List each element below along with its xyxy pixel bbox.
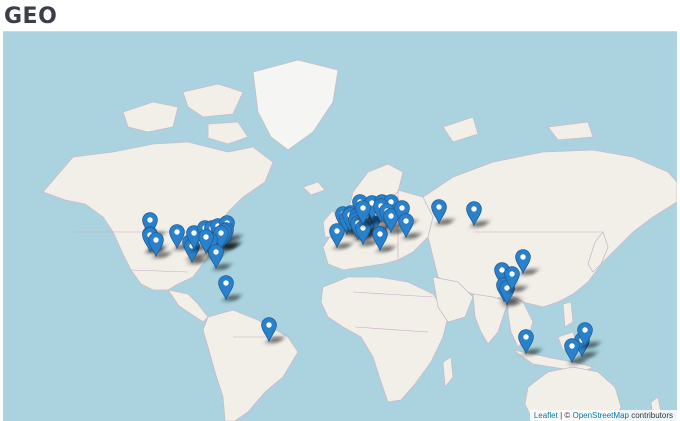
attribution-suffix: contributors bbox=[628, 411, 673, 420]
map-attribution: Leaflet | © OpenStreetMap contributors bbox=[529, 410, 677, 421]
north-america bbox=[42, 141, 274, 291]
attribution-separator: | © bbox=[557, 411, 573, 420]
leaflet-link[interactable]: Leaflet bbox=[534, 411, 558, 420]
philippines bbox=[562, 301, 574, 328]
map-pin-icon[interactable] bbox=[518, 329, 534, 354]
map-pin-icon[interactable] bbox=[208, 244, 225, 270]
africa bbox=[320, 276, 449, 403]
arctic-islands bbox=[122, 83, 249, 145]
map-pin-icon[interactable] bbox=[503, 266, 520, 292]
map-pin-icon[interactable] bbox=[430, 198, 447, 224]
openstreetmap-link[interactable]: OpenStreetMap bbox=[572, 411, 628, 420]
map-pin-icon[interactable] bbox=[261, 316, 278, 342]
map-pin-icon[interactable] bbox=[466, 201, 482, 227]
asia bbox=[422, 149, 677, 308]
central-america bbox=[167, 289, 209, 323]
map-pin-icon[interactable] bbox=[329, 222, 345, 248]
map-pin-icon[interactable] bbox=[564, 337, 580, 363]
map-pin-icon[interactable] bbox=[218, 275, 234, 301]
world-map[interactable]: Leaflet | © OpenStreetMap contributors bbox=[3, 31, 677, 421]
page-title: GEO bbox=[4, 4, 58, 29]
iceland bbox=[302, 181, 326, 196]
madagascar bbox=[442, 356, 454, 389]
greenland bbox=[252, 59, 339, 151]
map-pin-icon[interactable] bbox=[148, 232, 165, 257]
arctic-russia-islands bbox=[442, 116, 594, 143]
map-pin-icon[interactable] bbox=[397, 212, 414, 238]
map-pin-icon[interactable] bbox=[355, 200, 371, 226]
south-america bbox=[202, 309, 299, 421]
